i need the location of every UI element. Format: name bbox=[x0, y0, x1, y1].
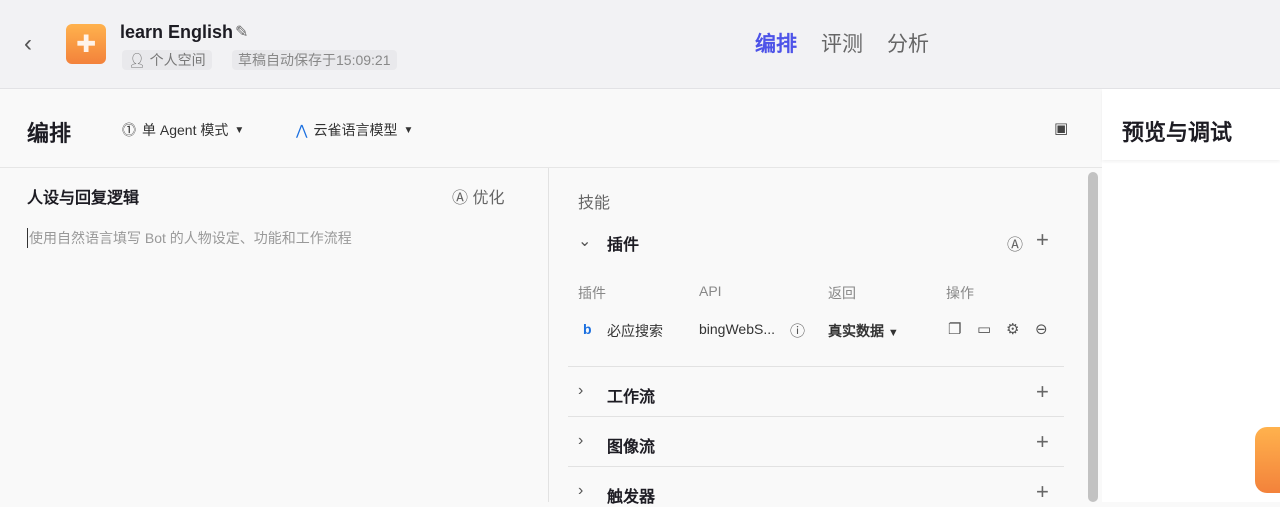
remove-icon[interactable]: ⊖ bbox=[1035, 320, 1048, 338]
top-header bbox=[0, 0, 1280, 89]
return-dropdown[interactable]: 真实数据 ▼ bbox=[828, 321, 899, 341]
tab-evaluate[interactable]: 评测 bbox=[821, 28, 863, 58]
gear-icon[interactable]: ⚙ bbox=[1006, 320, 1019, 338]
main-tabs: 编排 评测 分析 bbox=[755, 28, 929, 58]
model-dropdown[interactable]: ⋀ 云雀语言模型 ▼ bbox=[296, 120, 413, 140]
model-icon: ⋀ bbox=[296, 121, 308, 138]
add-workflow-icon[interactable]: + bbox=[1036, 379, 1049, 405]
bot-avatar: ✚ bbox=[66, 24, 106, 64]
workflow-section-title[interactable]: 工作流 bbox=[607, 383, 655, 407]
divider bbox=[568, 466, 1064, 467]
tab-analyze[interactable]: 分析 bbox=[887, 28, 929, 58]
persona-input[interactable]: 使用自然语言填写 Bot 的人物设定、功能和工作流程 bbox=[27, 228, 352, 248]
add-imageflow-icon[interactable]: + bbox=[1036, 429, 1049, 455]
edit-icon[interactable]: ✎ bbox=[235, 22, 248, 42]
chevron-down-icon[interactable]: ⌄ bbox=[578, 231, 591, 251]
space-badge: 👤︎ 个人空间 bbox=[122, 50, 212, 70]
tab-arrange[interactable]: 编排 bbox=[755, 28, 797, 58]
optimize-button[interactable]: Ⓐ 优化 bbox=[452, 184, 504, 208]
pane-divider[interactable] bbox=[548, 168, 549, 502]
plugin-name: 必应搜索 bbox=[607, 323, 663, 339]
caret-down-icon: ▼ bbox=[234, 124, 245, 136]
col-api: API bbox=[699, 283, 722, 299]
space-label: 个人空间 bbox=[149, 52, 206, 68]
card-icon[interactable]: ▭ bbox=[977, 320, 991, 338]
add-plugin-icon[interactable]: + bbox=[1036, 227, 1049, 253]
return-value: 真实数据 bbox=[828, 323, 884, 339]
persona-title: 人设与回复逻辑 bbox=[27, 190, 140, 207]
caret-down-icon: ▼ bbox=[887, 327, 899, 339]
copy-icon[interactable]: ❐ bbox=[948, 320, 961, 338]
chevron-right-icon[interactable]: › bbox=[578, 482, 583, 500]
autosave-status: 草稿自动保存于15:09:21 bbox=[232, 50, 397, 70]
chevron-left-icon[interactable]: ‹ bbox=[24, 30, 32, 58]
ai-icon: Ⓐ bbox=[452, 190, 469, 207]
layout-grid-icon[interactable]: ▣ bbox=[1054, 119, 1068, 137]
divider bbox=[568, 416, 1064, 417]
agent-icon: ⓵ bbox=[122, 122, 136, 138]
col-plugin: 插件 bbox=[578, 285, 606, 301]
imageflow-section-title[interactable]: 图像流 bbox=[607, 433, 655, 457]
plugin-api: bingWebS... bbox=[699, 321, 776, 337]
bing-icon: b bbox=[583, 321, 592, 337]
col-return: 返回 bbox=[828, 285, 856, 301]
chevron-right-icon[interactable]: › bbox=[578, 432, 583, 450]
skills-title: 技能 bbox=[578, 195, 611, 212]
info-icon[interactable]: ⓘ bbox=[790, 320, 805, 341]
trigger-section-title[interactable]: 触发器 bbox=[607, 483, 655, 507]
ai-icon[interactable]: Ⓐ bbox=[1007, 231, 1023, 255]
puzzle-icon: ✚ bbox=[75, 30, 97, 58]
mode-label: 单 Agent 模式 bbox=[142, 122, 229, 138]
section-title: 编排 bbox=[27, 121, 72, 146]
model-label: 云雀语言模型 bbox=[313, 122, 398, 138]
caret-down-icon: ▼ bbox=[403, 124, 414, 136]
user-icon: 👤︎ bbox=[128, 52, 146, 68]
chevron-right-icon[interactable]: › bbox=[578, 382, 583, 400]
optimize-label: 优化 bbox=[472, 190, 505, 207]
divider bbox=[568, 366, 1064, 367]
preview-title: 预览与调试 bbox=[1122, 120, 1233, 145]
floating-plugin-button[interactable] bbox=[1255, 427, 1280, 493]
plugin-section-title[interactable]: 插件 bbox=[607, 231, 639, 255]
scrollbar[interactable] bbox=[1088, 172, 1098, 502]
col-actions: 操作 bbox=[946, 285, 974, 301]
mode-dropdown[interactable]: ⓵ 单 Agent 模式 ▼ bbox=[122, 120, 244, 140]
add-trigger-icon[interactable]: + bbox=[1036, 479, 1049, 505]
bot-name: learn English bbox=[120, 22, 234, 42]
